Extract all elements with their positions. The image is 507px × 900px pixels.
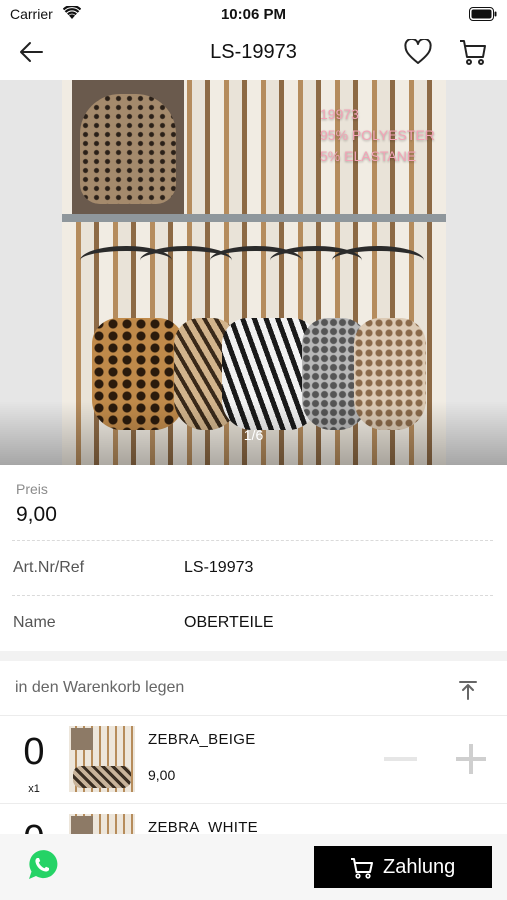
- battery-icon: [469, 7, 497, 26]
- variant-thumbnail: [69, 726, 135, 792]
- product-image-gallery[interactable]: 19973 95% POLYESTER 5% ELASTANE: [0, 80, 507, 465]
- clothes-rail: [62, 214, 446, 222]
- status-time: 10:06 PM: [220, 6, 287, 23]
- cart-icon[interactable]: [459, 38, 487, 71]
- divider: [12, 540, 493, 541]
- status-bar: Carrier 10:06 PM: [0, 0, 507, 28]
- quantity-multiplier: x1: [28, 783, 40, 795]
- detail-value-name: OBERTEILE: [184, 614, 274, 631]
- cart-icon: [350, 857, 374, 884]
- divider: [12, 595, 493, 596]
- quantity-value: 0: [23, 731, 45, 773]
- scroll-to-top-icon[interactable]: [458, 680, 478, 705]
- divider: [0, 715, 507, 716]
- add-to-cart-heading: in den Warenkorb legen: [15, 679, 185, 696]
- variant-price: 9,00: [148, 767, 176, 783]
- detail-value-ref: LS-19973: [184, 559, 254, 576]
- checkout-button[interactable]: Zahlung: [314, 846, 492, 888]
- price-label: Preis: [16, 481, 48, 497]
- increase-quantity-button[interactable]: [454, 742, 488, 781]
- section-separator: [0, 651, 507, 661]
- image-counter: 1/6: [243, 427, 264, 443]
- detail-label-ref: Art.Nr/Ref: [13, 559, 85, 576]
- checkout-button-label: Zahlung: [383, 856, 456, 878]
- detail-label-name: Name: [13, 614, 56, 631]
- divider: [0, 803, 507, 804]
- model-figure: [72, 80, 184, 222]
- heart-icon[interactable]: [404, 37, 432, 70]
- whatsapp-icon[interactable]: [25, 848, 59, 887]
- variant-name: ZEBRA_BEIGE: [148, 731, 256, 748]
- decrease-quantity-button[interactable]: [384, 757, 417, 761]
- nav-bar: LS-19973: [0, 28, 507, 78]
- price-value: 9,00: [16, 503, 57, 526]
- image-overlay-text: 19973 95% POLYESTER 5% ELASTANE: [320, 106, 435, 164]
